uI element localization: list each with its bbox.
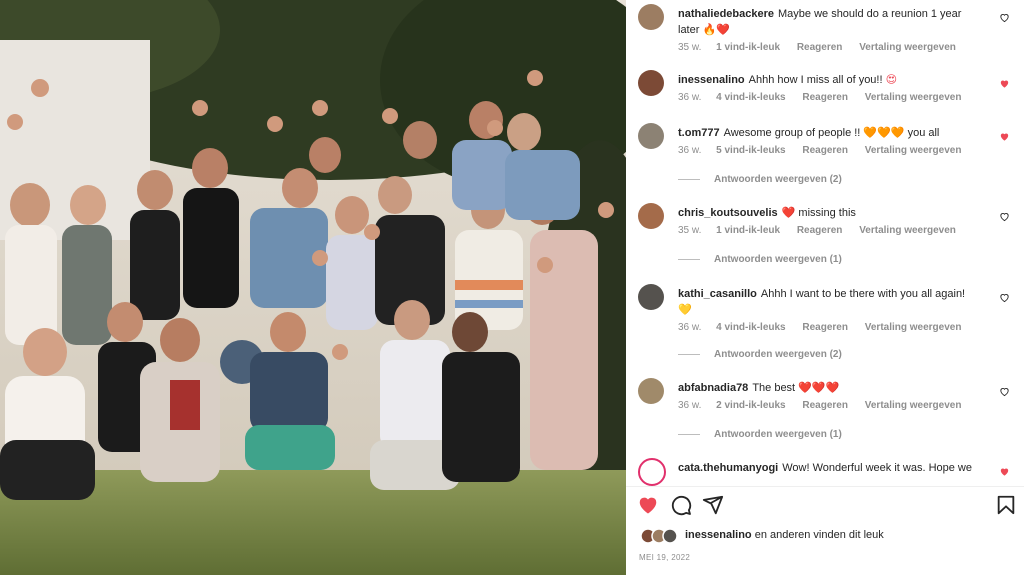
comment-like-heart-icon[interactable] bbox=[999, 211, 1010, 222]
translate-button[interactable]: Vertaling weergeven bbox=[865, 322, 962, 333]
comment-username[interactable]: inessenalino bbox=[678, 74, 745, 86]
reply-button[interactable]: Reageren bbox=[797, 225, 843, 236]
comment-text: The best bbox=[752, 382, 796, 394]
comment-text: Awesome group of people !! bbox=[723, 127, 861, 139]
comment-text-block: abfabnadia78 The best ❤️❤️❤️ bbox=[678, 380, 978, 396]
reply-button[interactable]: Reageren bbox=[802, 322, 848, 333]
post-photo[interactable] bbox=[0, 0, 626, 575]
share-icon[interactable] bbox=[702, 494, 724, 516]
post-date[interactable]: MEI 19, 2022 bbox=[639, 553, 690, 562]
comment-likes[interactable]: 4 vind-ik-leuks bbox=[716, 322, 785, 333]
comment-text-end: you all bbox=[907, 127, 940, 139]
comment-time[interactable]: 36 w. bbox=[678, 400, 701, 411]
comment-likes[interactable]: 1 vind-ik-leuk bbox=[716, 225, 780, 236]
comment-meta: 35 w. 1 vind-ik-leuk Reageren Vertaling … bbox=[678, 225, 970, 236]
comment-meta: 36 w. 5 vind-ik-leuks Reageren Vertaling… bbox=[678, 145, 975, 156]
avatar[interactable] bbox=[638, 378, 664, 404]
bookmark-icon[interactable] bbox=[995, 494, 1017, 516]
avatar[interactable] bbox=[638, 4, 664, 30]
comment-text: missing this bbox=[798, 207, 856, 219]
comment-likes[interactable]: 5 vind-ik-leuks bbox=[716, 145, 785, 156]
avatar[interactable] bbox=[638, 203, 664, 229]
comment-list[interactable]: nathaliedebackere Maybe we should do a re… bbox=[626, 0, 1024, 486]
comment-emoji: 🧡🧡🧡 bbox=[863, 126, 905, 139]
comment-like-heart-icon[interactable] bbox=[999, 386, 1010, 397]
reply-button[interactable]: Reageren bbox=[802, 400, 848, 411]
comment-text: Ahhh I want to be there with you all aga… bbox=[760, 288, 966, 300]
comment-username[interactable]: t.om777 bbox=[678, 127, 720, 139]
view-replies-button[interactable]: Antwoorden weergeven (2) bbox=[678, 174, 842, 185]
comment-text-block: t.om777 Awesome group of people !! 🧡🧡🧡 yo… bbox=[678, 125, 978, 141]
group-photo-image bbox=[0, 0, 626, 575]
comment-text-block: chris_koutsouvelis ❤️ missing this bbox=[678, 205, 978, 221]
comment-emoji: ❤️ bbox=[781, 206, 796, 219]
comment-time[interactable]: 36 w. bbox=[678, 92, 701, 103]
comment-time[interactable]: 35 w. bbox=[678, 42, 701, 53]
avatar[interactable] bbox=[638, 284, 664, 310]
liked-by-username[interactable]: inessenalino bbox=[685, 529, 752, 541]
comment-time[interactable]: 35 w. bbox=[678, 225, 701, 236]
liked-by-text: inessenalino en anderen vinden dit leuk bbox=[685, 529, 884, 541]
replies-divider bbox=[678, 178, 700, 180]
view-replies-label: Antwoorden weergeven (2) bbox=[714, 349, 842, 360]
comments-panel: nathaliedebackere Maybe we should do a re… bbox=[626, 0, 1024, 575]
view-replies-label: Antwoorden weergeven (1) bbox=[714, 254, 842, 265]
comment-text-block: cata.thehumanyogi Wow! Wonderful week it … bbox=[678, 460, 978, 476]
comment-meta: 36 w. 4 vind-ik-leuks Reageren Vertaling… bbox=[678, 322, 975, 333]
comment-username[interactable]: abfabnadia78 bbox=[678, 382, 748, 394]
comment-username[interactable]: cata.thehumanyogi bbox=[678, 462, 778, 474]
comment-username[interactable]: chris_koutsouvelis bbox=[678, 207, 778, 219]
replies-divider bbox=[678, 433, 700, 435]
comment-liked-heart-icon[interactable] bbox=[999, 466, 1010, 477]
comment-time[interactable]: 36 w. bbox=[678, 145, 701, 156]
comment-icon[interactable] bbox=[670, 494, 692, 516]
liked-by-avatars[interactable] bbox=[640, 528, 684, 544]
comment-meta: 35 w. 1 vind-ik-leuk Reageren Vertaling … bbox=[678, 42, 970, 53]
avatar[interactable] bbox=[638, 70, 664, 96]
reply-button[interactable]: Reageren bbox=[802, 92, 848, 103]
comment-emoji: ❤️❤️❤️ bbox=[798, 381, 840, 394]
comment-text-block: nathaliedebackere Maybe we should do a re… bbox=[678, 6, 978, 38]
story-avatar[interactable] bbox=[638, 458, 666, 486]
comment-username[interactable]: kathi_casanillo bbox=[678, 288, 757, 300]
translate-button[interactable]: Vertaling weergeven bbox=[865, 145, 962, 156]
translate-button[interactable]: Vertaling weergeven bbox=[865, 92, 962, 103]
comment-meta: 36 w. 4 vind-ik-leuks Reageren Vertaling… bbox=[678, 92, 975, 103]
comment-username[interactable]: nathaliedebackere bbox=[678, 8, 774, 20]
comment-likes[interactable]: 1 vind-ik-leuk bbox=[716, 42, 780, 53]
comment-emoji: 🔥❤️ bbox=[702, 23, 730, 36]
comment-text-block: kathi_casanillo Ahhh I want to be there w… bbox=[678, 286, 978, 318]
reply-button[interactable]: Reageren bbox=[802, 145, 848, 156]
comment-likes[interactable]: 2 vind-ik-leuks bbox=[716, 400, 785, 411]
liked-by-avatar-stack bbox=[640, 528, 678, 544]
comment-like-heart-icon[interactable] bbox=[999, 12, 1010, 23]
comment-emoji: 💛 bbox=[678, 303, 692, 316]
comment-liked-heart-icon[interactable] bbox=[999, 78, 1010, 89]
liked-by-suffix[interactable]: en anderen vinden dit leuk bbox=[755, 529, 884, 541]
comment-text: Ahhh how I miss all of you!! bbox=[748, 74, 883, 86]
avatar[interactable] bbox=[638, 123, 664, 149]
view-replies-button[interactable]: Antwoorden weergeven (2) bbox=[678, 349, 842, 360]
view-replies-label: Antwoorden weergeven (2) bbox=[714, 174, 842, 185]
comment-meta: 36 w. 2 vind-ik-leuks Reageren Vertaling… bbox=[678, 400, 975, 411]
comment-like-heart-icon[interactable] bbox=[999, 292, 1010, 303]
view-replies-button[interactable]: Antwoorden weergeven (1) bbox=[678, 429, 842, 440]
comment-time[interactable]: 36 w. bbox=[678, 322, 701, 333]
replies-divider bbox=[678, 353, 700, 355]
translate-button[interactable]: Vertaling weergeven bbox=[865, 400, 962, 411]
replies-divider bbox=[678, 258, 700, 260]
translate-button[interactable]: Vertaling weergeven bbox=[859, 225, 956, 236]
post-action-bar: inessenalino en anderen vinden dit leuk … bbox=[626, 486, 1024, 576]
view-replies-label: Antwoorden weergeven (1) bbox=[714, 429, 842, 440]
heart-icon[interactable] bbox=[637, 494, 659, 516]
comment-emoji: 😍 bbox=[885, 73, 898, 86]
comment-text: Wow! Wonderful week it was. Hope we bbox=[782, 462, 972, 474]
comment-likes[interactable]: 4 vind-ik-leuks bbox=[716, 92, 785, 103]
comment-liked-heart-icon[interactable] bbox=[999, 131, 1010, 142]
comment-text-block: inessenalino Ahhh how I miss all of you!!… bbox=[678, 72, 978, 88]
translate-button[interactable]: Vertaling weergeven bbox=[859, 42, 956, 53]
view-replies-button[interactable]: Antwoorden weergeven (1) bbox=[678, 254, 842, 265]
reply-button[interactable]: Reageren bbox=[797, 42, 843, 53]
